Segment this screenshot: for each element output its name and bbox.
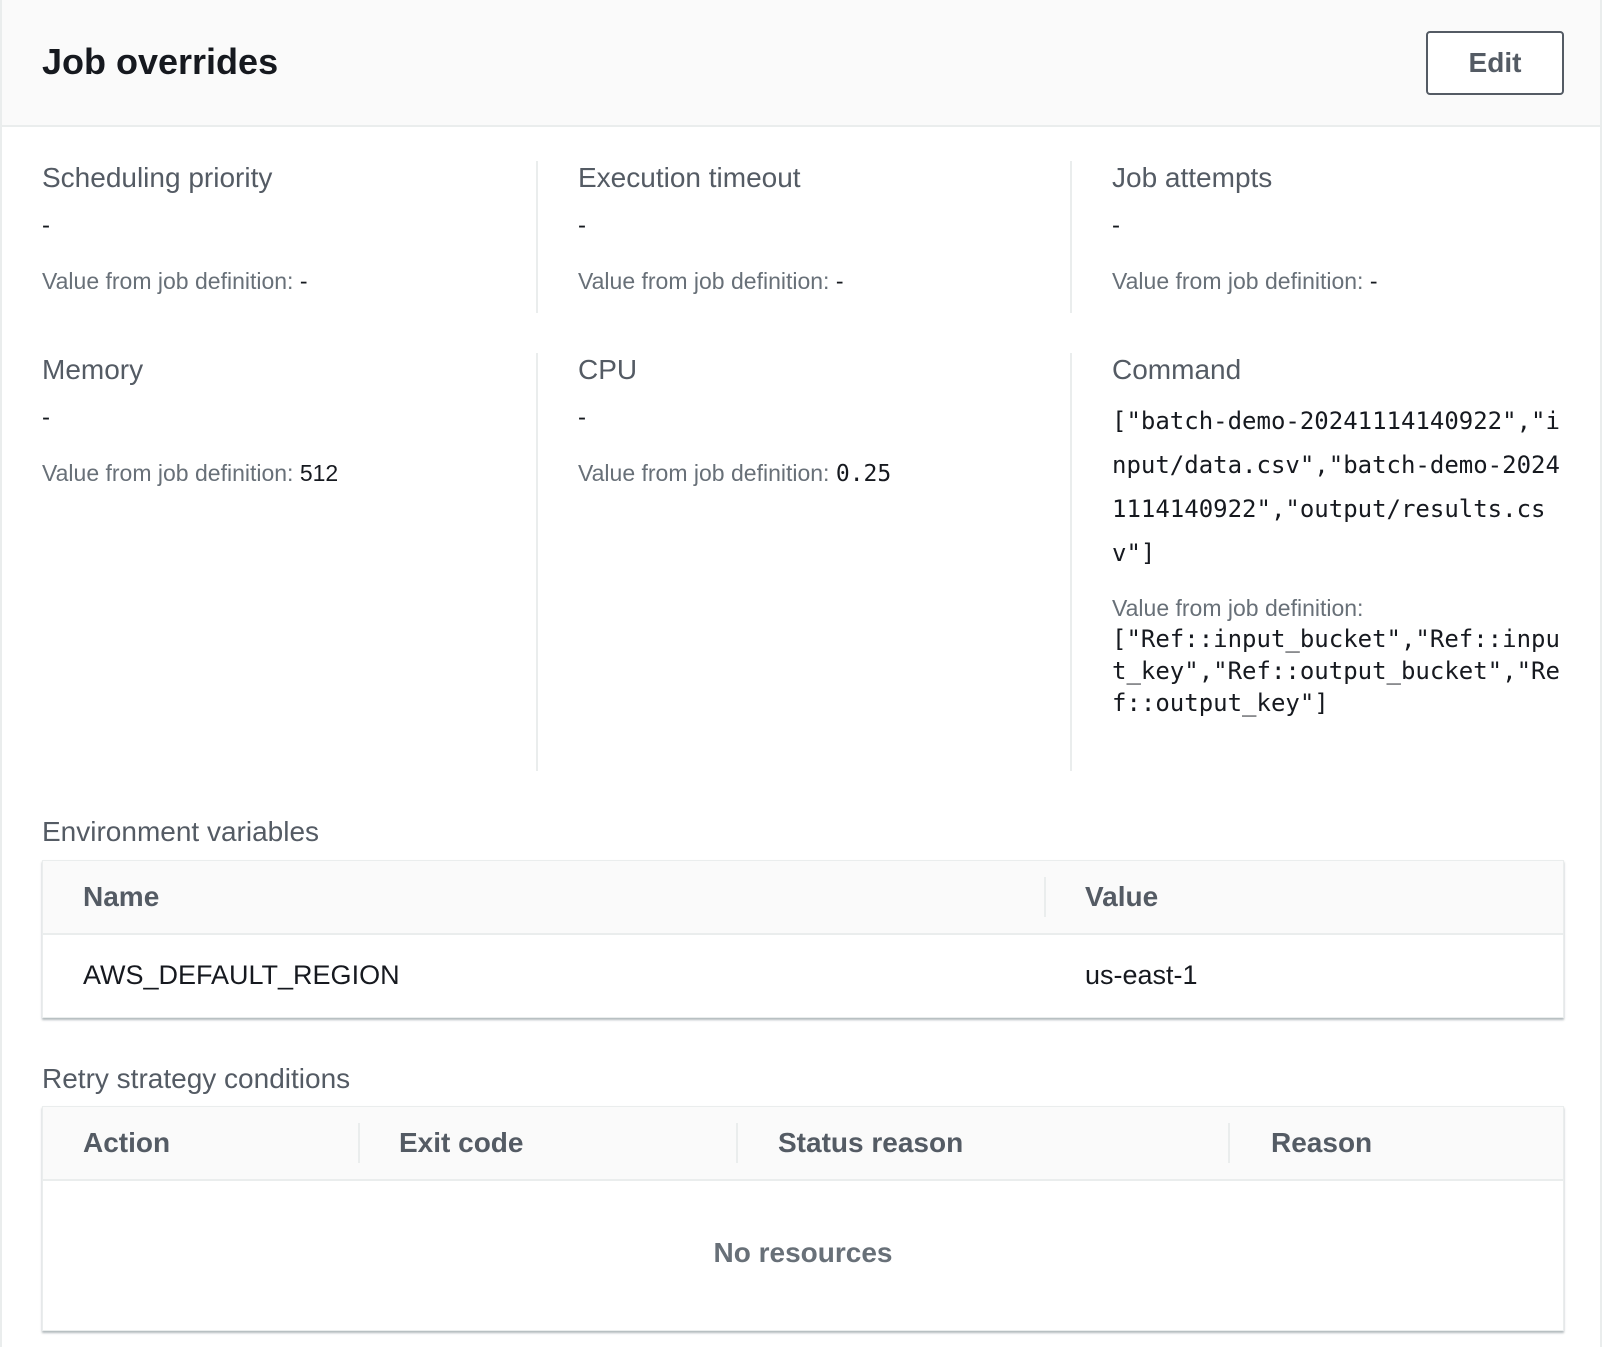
column-separator — [358, 1123, 360, 1163]
command-default-value: ["Ref::input_bucket","Ref::input_key","R… — [1112, 625, 1560, 717]
default-value: - — [835, 268, 844, 294]
env-vars-label: Environment variables — [42, 816, 320, 847]
default-prefix: Value from job definition: — [578, 268, 830, 294]
memory-default: Value from job definition: 512 — [42, 457, 522, 489]
column-separator — [1228, 1123, 1230, 1163]
job-overrides-panel: Job overrides Edit Scheduling priority -… — [0, 0, 1602, 1347]
job-attempts-default: Value from job definition: - — [1112, 265, 1592, 297]
column-header-name[interactable]: Name — [83, 861, 159, 933]
cpu-field: CPU - Value from job definition: 0.25 — [578, 353, 1058, 490]
retry-strategy-table: Action Exit code Status reason Reason No… — [42, 1106, 1564, 1331]
column-divider — [536, 161, 538, 313]
env-var-name: AWS_DEFAULT_REGION — [83, 960, 400, 990]
column-divider — [1070, 161, 1072, 313]
default-prefix: Value from job definition: — [42, 268, 294, 294]
default-value: 0.25 — [835, 461, 892, 487]
execution-timeout-default: Value from job definition: - — [578, 265, 1058, 297]
command-default-label: Value from job definition: — [1112, 595, 1364, 621]
column-separator — [736, 1123, 738, 1163]
column-header-exit-code[interactable]: Exit code — [399, 1107, 523, 1179]
job-attempts-label: Job attempts — [1112, 162, 1273, 193]
memory-value: - — [42, 404, 50, 431]
column-header-status-reason[interactable]: Status reason — [778, 1107, 963, 1179]
column-header-action[interactable]: Action — [83, 1107, 170, 1179]
cpu-label: CPU — [578, 354, 638, 385]
default-prefix: Value from job definition: — [578, 460, 830, 486]
column-header-value[interactable]: Value — [1085, 861, 1158, 933]
cpu-value: - — [578, 404, 586, 431]
cpu-default: Value from job definition: 0.25 — [578, 457, 1058, 490]
memory-field: Memory - Value from job definition: 512 — [42, 353, 522, 489]
default-prefix: Value from job definition: — [1112, 268, 1364, 294]
memory-label: Memory — [42, 354, 144, 385]
execution-timeout-label: Execution timeout — [578, 162, 801, 193]
empty-state-text: No resources — [713, 1237, 893, 1268]
execution-timeout-value: - — [578, 212, 586, 239]
scheduling-priority-default: Value from job definition: - — [42, 265, 522, 297]
retry-table-header: Action Exit code Status reason Reason — [43, 1107, 1563, 1181]
retry-strategy-label: Retry strategy conditions — [42, 1063, 351, 1094]
panel-title: Job overrides — [42, 41, 279, 82]
table-row: AWS_DEFAULT_REGION us-east-1 — [43, 935, 1563, 1015]
default-prefix: Value from job definition: — [42, 460, 294, 486]
column-header-reason[interactable]: Reason — [1271, 1107, 1372, 1179]
scheduling-priority-label: Scheduling priority — [42, 162, 273, 193]
job-attempts-field: Job attempts - Value from job definition… — [1112, 161, 1592, 297]
command-label: Command — [1112, 354, 1242, 385]
column-divider — [536, 353, 538, 771]
panel-header: Job overrides Edit — [2, 0, 1600, 127]
column-separator — [1044, 877, 1046, 917]
env-vars-table: Name Value AWS_DEFAULT_REGION us-east-1 — [42, 860, 1564, 1018]
env-vars-table-header: Name Value — [43, 861, 1563, 935]
scheduling-priority-value: - — [42, 212, 50, 239]
command-field: Command ["batch-demo-20241114140922","in… — [1112, 353, 1592, 719]
column-divider — [1070, 353, 1072, 771]
default-value: - — [1369, 268, 1378, 294]
job-attempts-value: - — [1112, 212, 1120, 239]
env-var-value: us-east-1 — [1085, 960, 1198, 990]
default-value: 512 — [299, 460, 339, 486]
edit-button[interactable]: Edit — [1426, 31, 1564, 95]
execution-timeout-field: Execution timeout - Value from job defin… — [578, 161, 1058, 297]
scheduling-priority-field: Scheduling priority - Value from job def… — [42, 161, 522, 297]
command-value: ["batch-demo-20241114140922","input/data… — [1112, 407, 1560, 567]
default-value: - — [299, 268, 308, 294]
